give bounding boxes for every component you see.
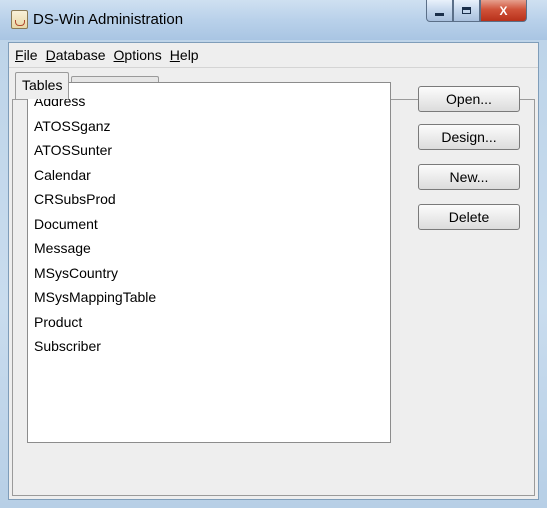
tables-list[interactable]: Address ATOSSganz ATOSSunter Calendar CRSubs… — [27, 82, 391, 443]
list-item[interactable]: ATOSSganz — [28, 114, 390, 139]
menu-database[interactable]: Database — [42, 47, 110, 63]
list-item[interactable]: Document — [28, 212, 390, 237]
close-icon: X — [499, 3, 508, 18]
list-item[interactable]: ATOSSunter — [28, 138, 390, 163]
java-app-icon — [11, 10, 28, 29]
menu-database-label: atabase — [55, 47, 106, 63]
menu-file-label: ile — [23, 47, 38, 63]
list-item[interactable]: MSysMappingTable — [28, 285, 390, 310]
list-item[interactable]: Address — [28, 89, 390, 114]
list-item[interactable]: MSysCountry — [28, 261, 390, 286]
list-item[interactable]: Calendar — [28, 163, 390, 188]
menu-help-label: elp — [179, 47, 199, 63]
list-item[interactable]: CRSubsProd — [28, 187, 390, 212]
list-item[interactable]: Message — [28, 236, 390, 261]
menu-help-mnemonic: H — [169, 47, 180, 63]
close-button[interactable]: X — [480, 0, 527, 22]
title-bar[interactable]: DS-Win Administration X — [0, 0, 547, 40]
maximize-button[interactable] — [453, 0, 480, 22]
window-title: DS-Win Administration — [33, 11, 184, 28]
tab-tables[interactable]: Tables — [15, 72, 70, 99]
open-button[interactable]: Open... — [418, 86, 520, 112]
delete-button[interactable]: Delete — [418, 204, 520, 230]
menu-options-label: ptions — [124, 47, 162, 63]
menu-options[interactable]: Options — [110, 47, 166, 63]
minimize-button[interactable] — [426, 0, 453, 22]
menu-database-mnemonic: D — [45, 47, 56, 63]
new-button[interactable]: New... — [418, 164, 520, 190]
maximize-icon — [462, 7, 471, 14]
menu-file-mnemonic: F — [15, 47, 24, 63]
menu-help[interactable]: Help — [166, 47, 203, 63]
list-item[interactable]: Subscriber — [28, 334, 390, 359]
window-frame: DS-Win Administration X File Database Op… — [0, 0, 547, 508]
minimize-icon — [435, 13, 444, 16]
list-item[interactable]: Product — [28, 310, 390, 335]
menu-options-mnemonic: O — [113, 47, 125, 63]
design-button[interactable]: Design... — [418, 124, 520, 150]
menu-file[interactable]: File — [9, 47, 42, 63]
menu-bar: File Database Options Help — [9, 43, 538, 68]
